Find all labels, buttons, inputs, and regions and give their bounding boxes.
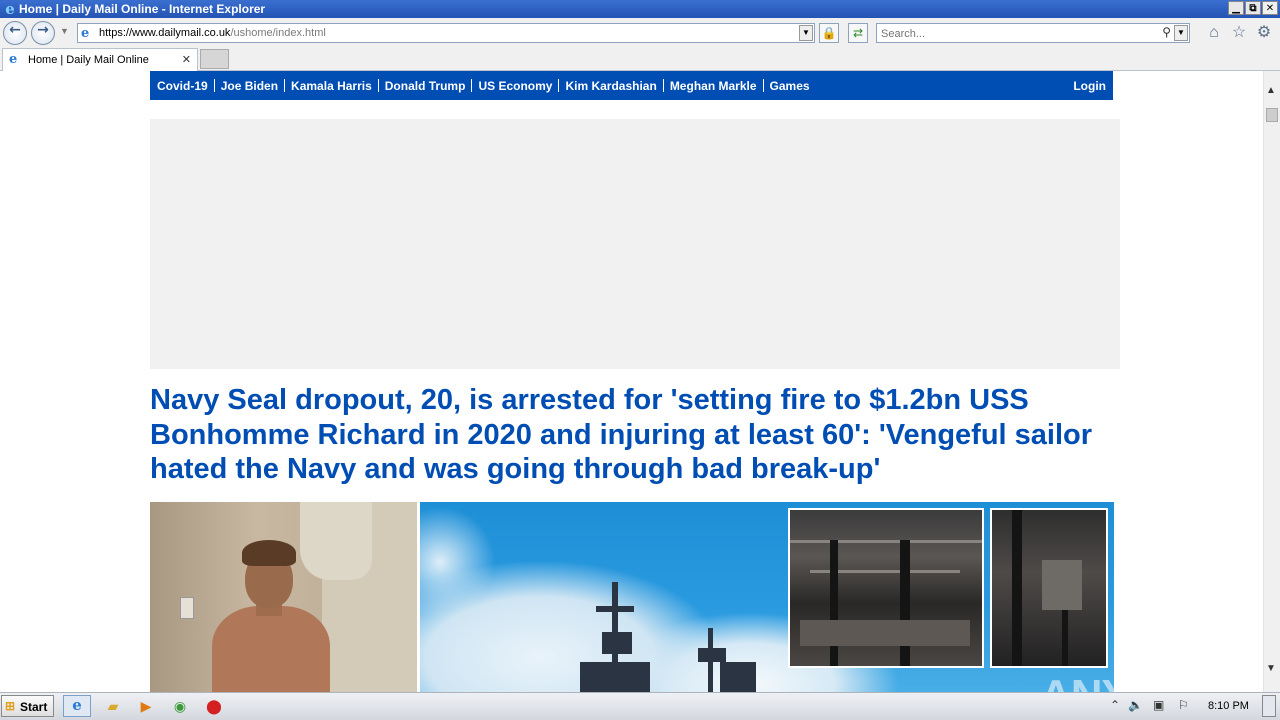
page-ie-icon: e (81, 26, 90, 41)
back-button[interactable]: ← (3, 21, 27, 45)
system-clock[interactable]: 8:10 PM (1208, 700, 1249, 712)
tab-home[interactable]: e Home | Daily Mail Online ✕ (2, 48, 198, 71)
interior-beam (790, 540, 982, 543)
folder-icon[interactable]: ▰ (99, 695, 127, 717)
taskbar: ⊞ Start e ▰ ▶ ◉ ⬤ ⌃ 🔈 ▣ ⚐ 8:10 PM (0, 692, 1280, 720)
photo-light-switch (180, 597, 194, 619)
article-photo-suspect[interactable] (150, 502, 417, 692)
corridor-wall (1012, 510, 1022, 666)
nav-separator (284, 79, 286, 92)
site-topic-nav: Covid-19 Joe Biden Kamala Harris Donald Tru… (150, 71, 1113, 100)
interior-floor (800, 620, 970, 646)
home-icon[interactable]: ⌂ (1204, 23, 1224, 43)
ship-radar (602, 632, 632, 654)
tray-expand-icon[interactable]: ⌃ (1110, 698, 1120, 712)
nav-separator (662, 79, 664, 92)
ship-superstructure (720, 662, 756, 692)
start-button[interactable]: ⊞ Start (1, 695, 54, 717)
volume-icon[interactable]: 🔈 (1128, 698, 1143, 712)
chrome-icon[interactable]: ◉ (166, 695, 194, 717)
photo-torso (212, 606, 330, 692)
new-tab-button[interactable] (200, 49, 229, 69)
article-headline[interactable]: Navy Seal dropout, 20, is arrested for '… (150, 383, 1110, 487)
lock-icon[interactable]: 🔒 (819, 23, 839, 43)
scroll-up-icon[interactable]: ▲ (1266, 85, 1276, 96)
history-dropdown-icon[interactable]: ▼ (60, 26, 69, 36)
forward-button[interactable]: → (31, 21, 55, 45)
search-icon[interactable]: ⚲ (1162, 25, 1171, 39)
nav-item-games[interactable]: Games (770, 79, 810, 93)
taskbar-ie-button[interactable]: e (63, 695, 91, 717)
browser-toolbar: ← → ▼ e https://www.dailymail.co.uk/usho… (0, 18, 1280, 48)
inset-photo-burned-interior[interactable] (788, 508, 984, 668)
corridor-pipe (1062, 610, 1068, 666)
stop-icon[interactable]: ⬤ (200, 695, 228, 717)
tab-label: Home | Daily Mail Online (28, 54, 149, 66)
nav-separator (558, 79, 560, 92)
minimize-button[interactable]: ▁ (1228, 1, 1244, 15)
network-icon[interactable]: ▣ (1153, 698, 1164, 712)
ad-placeholder (150, 119, 1120, 369)
photo-hair (242, 540, 296, 566)
ship-radar (698, 648, 726, 662)
close-tab-icon[interactable]: ✕ (182, 53, 191, 66)
url-text[interactable]: https://www.dailymail.co.uk/ushome/index… (99, 27, 326, 39)
address-bar[interactable]: e https://www.dailymail.co.uk/ushome/ind… (77, 23, 815, 43)
nav-separator (762, 79, 764, 92)
scroll-down-icon[interactable]: ▼ (1266, 663, 1276, 674)
anyrun-watermark: ANY.RUN (1040, 671, 1240, 692)
scroll-thumb[interactable] (1266, 108, 1278, 122)
interior-pillar (900, 540, 910, 666)
show-desktop-button[interactable] (1262, 695, 1276, 717)
close-window-button[interactable]: ✕ (1262, 1, 1278, 15)
ship-superstructure (580, 662, 650, 692)
nav-item-joe-biden[interactable]: Joe Biden (221, 79, 278, 93)
search-dropdown-button[interactable]: ▼ (1174, 25, 1188, 41)
nav-item-meghan-markle[interactable]: Meghan Markle (670, 79, 757, 93)
photo-curtain (300, 502, 372, 580)
corridor-fixture (1042, 560, 1082, 610)
tab-bar: e Home | Daily Mail Online ✕ (0, 48, 1280, 71)
nav-separator (471, 79, 473, 92)
search-input[interactable] (879, 25, 1153, 43)
nav-item-us-economy[interactable]: US Economy (478, 79, 552, 93)
interior-pillar (830, 540, 838, 666)
nav-separator (377, 79, 379, 92)
favorites-star-icon[interactable]: ☆ (1229, 23, 1249, 43)
nav-item-kim-kardashian[interactable]: Kim Kardashian (565, 79, 656, 93)
window-title-bar: e Home | Daily Mail Online - Internet Ex… (0, 0, 1280, 18)
ie-logo-icon: e (5, 0, 15, 18)
tab-ie-icon: e (9, 52, 18, 67)
login-link[interactable]: Login (1073, 79, 1106, 93)
vertical-scrollbar[interactable]: ▲ ▼ (1263, 71, 1280, 692)
nav-item-donald-trump[interactable]: Donald Trump (385, 79, 466, 93)
refresh-icon[interactable]: ⇄ (848, 23, 868, 43)
forward-icon: → (37, 22, 49, 38)
action-center-flag-icon[interactable]: ⚐ (1178, 698, 1189, 712)
restore-button[interactable]: ⧉ (1245, 1, 1261, 15)
address-dropdown-button[interactable]: ▼ (799, 25, 813, 41)
nav-item-kamala-harris[interactable]: Kamala Harris (291, 79, 372, 93)
ship-mast-arm (596, 606, 634, 612)
nav-item-covid-19[interactable]: Covid-19 (157, 79, 208, 93)
topic-nav-list: Covid-19 Joe Biden Kamala Harris Donald Tru… (157, 79, 810, 93)
windows-flag-icon: ⊞ (5, 699, 16, 713)
page-viewport: Covid-19 Joe Biden Kamala Harris Donald Tru… (0, 71, 1263, 692)
inset-photo-burned-corridor[interactable] (990, 508, 1108, 668)
article-photo-ship-fire[interactable] (420, 502, 1114, 692)
settings-gear-icon[interactable]: ⚙ (1254, 23, 1274, 43)
window-title: Home | Daily Mail Online - Internet Expl… (19, 2, 266, 16)
back-icon: ← (9, 22, 21, 38)
search-box[interactable]: ⚲ ▼ (876, 23, 1190, 43)
nav-separator (213, 79, 215, 92)
media-player-icon[interactable]: ▶ (132, 695, 160, 717)
